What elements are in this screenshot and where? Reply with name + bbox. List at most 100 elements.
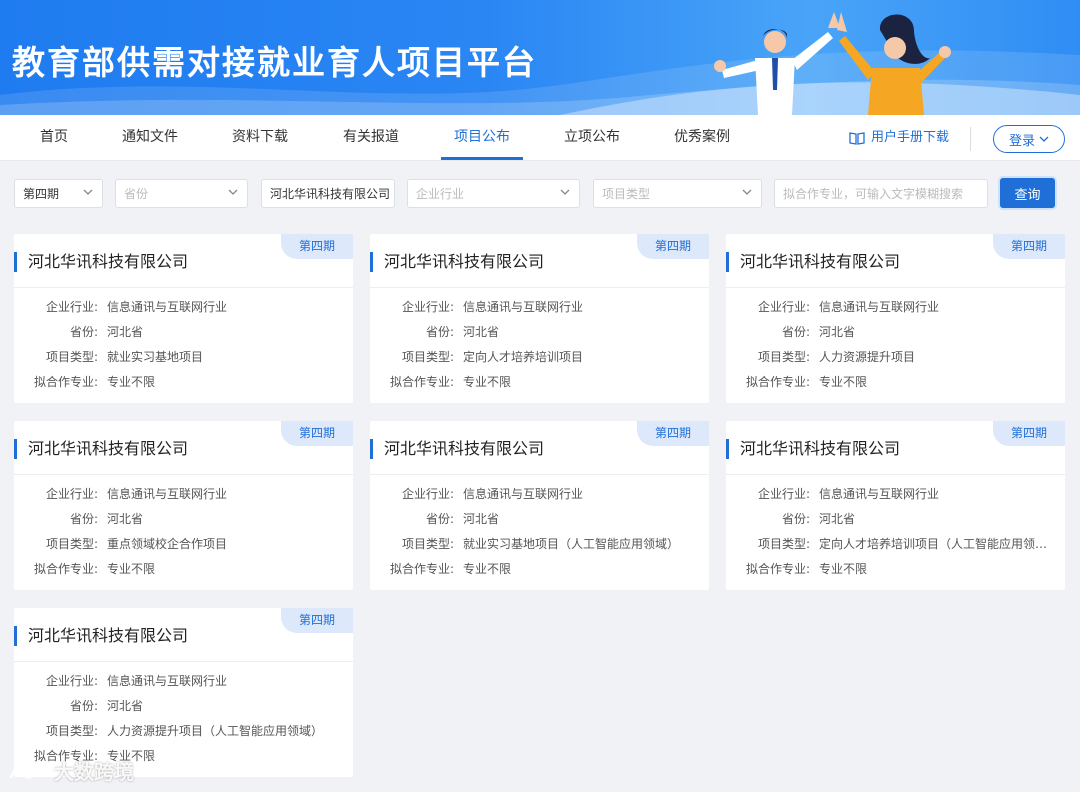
province-value: 河北省 [819,325,856,339]
major-search-input[interactable]: 拟合作专业，可输入文字模糊搜索 [774,179,988,208]
project-card[interactable]: 第四期 河北华讯科技有限公司 企业行业: 信息通讯与互联网行业 省份: 河北省 项目类型: 就… [370,421,709,590]
nav-separator [970,127,971,151]
province-value: 河北省 [107,699,144,713]
company-name[interactable]: 河北华讯科技有限公司 [14,624,188,648]
industry-row: 企业行业: 信息通讯与互联网行业 [370,484,709,504]
industry-row: 企业行业: 信息通讯与互联网行业 [14,671,353,691]
period-badge: 第四期 [281,234,353,259]
project-card[interactable]: 第四期 河北华讯科技有限公司 企业行业: 信息通讯与互联网行业 省份: 河北省 项目类型: 定… [370,234,709,403]
industry-value: 信息通讯与互联网行业 [819,487,940,501]
company-name[interactable]: 河北华讯科技有限公司 [726,250,900,274]
user-manual-label: 用户手册下载 [871,130,950,145]
company-name[interactable]: 河北华讯科技有限公司 [14,250,188,274]
industry-value: 信息通讯与互联网行业 [107,674,228,688]
platform-title: 教育部供需对接就业育人项目平台 [12,43,537,82]
province-label: 省份: [781,325,810,339]
project-type-row: 项目类型: 就业实习基地项目（人工智能应用领域） [370,534,709,554]
nav-notices[interactable]: 通知文件 [122,115,178,161]
card-divider [14,661,353,662]
major-value: 专业不限 [107,375,156,389]
major-value: 专业不限 [819,375,868,389]
major-label: 拟合作专业: [33,375,98,389]
project-card[interactable]: 第四期河北华讯科技有限公司企业行业: 信息通讯与互联网行业 省份: 河北省项目类型: 人… [14,608,353,777]
nav-approved-projects[interactable]: 立项公布 [564,115,620,161]
card-divider [370,287,709,288]
nav-project-announcement[interactable]: 项目公布 [454,115,510,161]
major-search-placeholder: 拟合作专业，可输入文字模糊搜索 [783,187,964,201]
province-label: 省份: [69,512,98,526]
card-divider [14,287,353,288]
nav-reports[interactable]: 有关报道 [343,115,399,161]
book-icon [849,132,865,145]
industry-label: 企业行业: [401,300,454,314]
project-card[interactable]: 第四期 河北华讯科技有限公司 企业行业: 信息通讯与互联网行业 省份: 河北省 项目类型: 人… [726,234,1065,403]
period-badge: 第四期 [281,608,353,633]
login-label: 登录 [1008,133,1035,149]
province-label: 省份: [425,325,454,339]
chevron-down-icon [83,189,93,195]
company-name[interactable]: 河北华讯科技有限公司 [14,437,188,461]
province-select[interactable]: 省份 [115,179,248,208]
project-type-select[interactable]: 项目类型 [593,179,762,208]
major-row: 拟合作专业: 专业不限 [14,372,353,392]
period-select[interactable]: 第四期 [14,179,103,208]
project-card[interactable]: 第四期 河北华讯科技有限公司 企业行业: 信息通讯与互联网行业 省份: 河北省 项目类型: 定… [726,421,1065,590]
project-card[interactable]: 第四期 河北华讯科技有限公司 企业行业: 信息通讯与互联网行业 省份: 河北省 项目类型: 重… [14,421,353,590]
company-search-input[interactable]: 河北华讯科技有限公司 [261,179,395,208]
nav-downloads[interactable]: 资料下载 [232,115,288,161]
industry-value: 信息通讯与互联网行业 [107,487,228,501]
card-divider [726,287,1065,288]
project-type-row: 项目类型: 定向人才培养培训项目（人工智能应用领域） [726,534,1065,554]
project-type-value: 定向人才培养培训项目 [463,350,584,364]
chevron-down-icon [742,189,752,195]
project-card[interactable]: 第四期 河北华讯科技有限公司 企业行业: 信息通讯与互联网行业 省份: 河北省 项目类型: 就… [14,234,353,403]
company-name[interactable]: 河北华讯科技有限公司 [726,437,900,461]
major-value: 专业不限 [107,562,156,576]
watermark: 大数跨境 [8,756,134,785]
industry-select[interactable]: 企业行业 [407,179,580,208]
industry-row: 企业行业: 信息通讯与互联网行业 [726,297,1065,317]
project-type-row: 项目类型: 人力资源提升项目（人工智能应用领域） [14,721,353,741]
project-type-label: 项目类型: [45,350,98,364]
industry-label: 企业行业: [45,300,98,314]
project-type-value: 定向人才培养培训项目（人工智能应用领域） [819,537,1054,551]
nav-home[interactable]: 首页 [40,115,68,161]
search-button[interactable]: 查询 [1000,178,1055,208]
province-value: 河北省 [463,325,500,339]
province-row: 省份: 河北省 [14,509,353,529]
login-button[interactable]: 登录 [993,125,1065,153]
card-divider [726,474,1065,475]
nav-excellent-cases[interactable]: 优秀案例 [674,115,730,161]
chevron-down-icon [560,189,570,195]
major-label: 拟合作专业: [33,562,98,576]
high-five-illustration-icon [714,12,951,115]
major-row: 拟合作专业: 专业不限 [726,559,1065,579]
company-name[interactable]: 河北华讯科技有限公司 [370,250,544,274]
major-label: 拟合作专业: [745,562,810,576]
project-type-row: 项目类型: 定向人才培养培训项目 [370,347,709,367]
major-row: 拟合作专业: 专业不限 [726,372,1065,392]
watermark-text: 大数跨境 [54,760,134,784]
major-row: 拟合作专业: 专业不限 [14,559,353,579]
company-name[interactable]: 河北华讯科技有限公司 [370,437,544,461]
project-type-label: 项目类型: [45,724,98,738]
province-row: 省份: 河北省 [14,322,353,342]
active-tab-indicator [441,157,523,160]
project-type-label: 项目类型: [401,537,454,551]
chevron-down-icon [228,189,238,195]
province-value: 河北省 [463,512,500,526]
project-type-label: 项目类型: [757,537,810,551]
user-manual-download-link[interactable]: 用户手册下载 [849,115,949,161]
major-label: 拟合作专业: [389,562,454,576]
main-nav: 首页 通知文件 资料下载 有关报道 项目公布 立项公布 优秀案例 用户手册下载 … [0,115,1080,161]
province-label: 省份: [69,699,98,713]
industry-row: 企业行业: 信息通讯与互联网行业 [726,484,1065,504]
period-badge: 第四期 [637,234,709,259]
province-select-placeholder: 省份 [124,187,149,201]
industry-label: 企业行业: [45,674,98,688]
major-value: 专业不限 [819,562,868,576]
major-row: 拟合作专业: 专业不限 [370,559,709,579]
major-value: 专业不限 [463,375,512,389]
industry-value: 信息通讯与互联网行业 [107,300,228,314]
industry-value: 信息通讯与互联网行业 [463,487,584,501]
